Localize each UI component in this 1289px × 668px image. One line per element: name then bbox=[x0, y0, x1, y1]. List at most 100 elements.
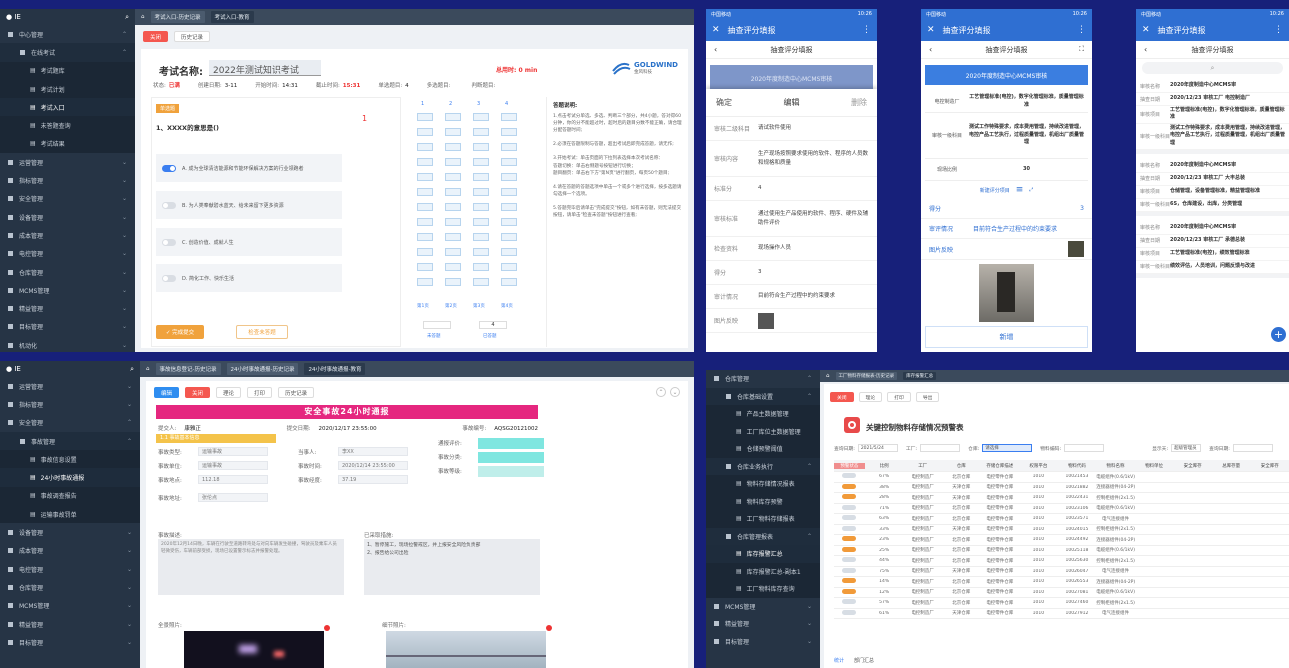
filter-input[interactable] bbox=[1064, 444, 1105, 452]
sidebar-item[interactable]: 精益管理 ⌄ bbox=[0, 615, 140, 633]
question-slot[interactable] bbox=[417, 218, 433, 226]
sidebar-item[interactable]: 精益管理 ⌄ bbox=[706, 615, 820, 633]
photo-thumbnail[interactable] bbox=[758, 312, 774, 329]
question-slot[interactable] bbox=[473, 203, 489, 211]
filter-input[interactable]: 请选择 bbox=[982, 444, 1033, 452]
photo-preview[interactable] bbox=[979, 264, 1034, 322]
sidebar-item[interactable]: ▤ 库存报警汇总 bbox=[706, 545, 820, 563]
sidebar-item[interactable]: 成本管理 ⌄ bbox=[0, 542, 140, 560]
add-button[interactable]: 新增 bbox=[925, 326, 1088, 348]
question-slot[interactable] bbox=[417, 143, 433, 151]
question-slot[interactable] bbox=[445, 203, 461, 211]
question-slot[interactable] bbox=[473, 263, 489, 271]
column-header[interactable]: 工厂 bbox=[903, 463, 942, 469]
question-slot[interactable] bbox=[501, 203, 517, 211]
page-link[interactable]: 第1页 bbox=[417, 303, 429, 309]
column-header[interactable]: 存储仓库描述 bbox=[981, 463, 1020, 469]
submit-button[interactable]: ✓ 完成提交 bbox=[156, 325, 204, 339]
question-slot[interactable] bbox=[417, 263, 433, 271]
option-toggle[interactable] bbox=[162, 201, 176, 209]
question-slot[interactable] bbox=[473, 233, 489, 241]
answer-option[interactable]: C. 创造价值、成就人生 bbox=[156, 228, 342, 256]
footer-tab[interactable]: 统计 bbox=[834, 657, 844, 664]
sidebar-item[interactable]: ▤ 考试结果 bbox=[0, 134, 135, 154]
home-icon[interactable]: ⌂ bbox=[826, 373, 830, 379]
toolbar-button[interactable]: 理论 bbox=[216, 387, 242, 398]
sidebar-item[interactable]: ▤ 物料库存预警 bbox=[706, 492, 820, 510]
column-header[interactable]: 物料代码 bbox=[1058, 463, 1097, 469]
check-unanswered-button[interactable]: 检查未答题 bbox=[236, 325, 288, 339]
question-slot[interactable] bbox=[501, 188, 517, 196]
table-row[interactable]: 57% 电控制造厂 北京仓库 电控零件仓库 1010 10027460 控制柜组件(2x1.… bbox=[834, 598, 1289, 609]
tab[interactable]: 24小时事故通报-历史记录 bbox=[226, 363, 299, 375]
sidebar-item[interactable]: 设备管理 ⌄ bbox=[0, 208, 135, 226]
question-slot[interactable] bbox=[445, 158, 461, 166]
back-icon[interactable]: ‹ bbox=[714, 45, 717, 54]
add-fab[interactable]: + bbox=[1271, 327, 1286, 342]
detail-photo[interactable] bbox=[386, 631, 546, 668]
sidebar-item[interactable]: 运营管理 ⌄ bbox=[0, 153, 135, 171]
tab-exam-history[interactable]: 考试入口-历史记录 bbox=[150, 11, 205, 23]
table-row[interactable]: 28% 电控制造厂 天津仓库 电控零件仓库 1010 10022431 控制柜组件(2x1.… bbox=[834, 493, 1289, 504]
answer-option[interactable]: A. 成为全球清洁能源和节能环保解决方案的行业领跑者 bbox=[156, 154, 342, 182]
table-row[interactable]: 61% 电控制造厂 天津仓库 电控零件仓库 1010 10027912 电气连接组件 bbox=[834, 609, 1289, 619]
sidebar-item[interactable]: ▤ 工厂物料库存查询 bbox=[706, 580, 820, 598]
question-slot[interactable] bbox=[473, 248, 489, 256]
sidebar-item[interactable]: ▤ 工厂物料存储报表 bbox=[706, 510, 820, 528]
tab[interactable]: 事故信息登记-历史记录 bbox=[155, 363, 221, 375]
sidebar-item[interactable]: 仓库基础设置 ⌃ bbox=[706, 387, 820, 405]
question-slot[interactable] bbox=[445, 143, 461, 151]
expand-icon[interactable]: ⌄ bbox=[670, 387, 680, 397]
sidebar-item[interactable]: ▤ 物料存储情况报表 bbox=[706, 475, 820, 493]
sidebar-item[interactable]: 电控管理 ⌄ bbox=[0, 245, 135, 263]
sidebar-item[interactable]: ▤ 仓储预警阈值 bbox=[706, 440, 820, 458]
delete-button[interactable]: 删除 bbox=[851, 97, 867, 108]
question-slot[interactable] bbox=[501, 158, 517, 166]
answer-option[interactable]: B. 为人类奉献碧水蓝天、给未来留下更多资源 bbox=[156, 191, 342, 219]
rating-input[interactable] bbox=[478, 465, 544, 477]
question-slot[interactable] bbox=[501, 233, 517, 241]
table-row[interactable]: 71% 电控制造厂 北京仓库 电控零件仓库 1010 10023106 电缆组件(0.6/1… bbox=[834, 504, 1289, 514]
sidebar-item[interactable]: 目标管理 ⌄ bbox=[706, 633, 820, 651]
scan-icon[interactable]: ⛶ bbox=[1079, 45, 1084, 54]
sidebar-item[interactable]: 仓库管理 ⌃ bbox=[706, 370, 820, 388]
question-slot[interactable] bbox=[473, 278, 489, 286]
close-icon[interactable]: ✕ bbox=[712, 25, 720, 35]
home-icon[interactable]: ⌂ bbox=[146, 366, 150, 372]
question-slot[interactable] bbox=[445, 218, 461, 226]
sidebar-item[interactable]: 指标管理 ⌄ bbox=[0, 171, 135, 189]
sidebar-item[interactable]: ▤ 考试题库 bbox=[0, 61, 135, 80]
question-slot[interactable] bbox=[473, 158, 489, 166]
sidebar-item[interactable]: 中心管理 ⌃ bbox=[0, 25, 135, 43]
question-slot[interactable] bbox=[501, 113, 517, 121]
page-link[interactable]: 第2页 bbox=[445, 303, 457, 309]
question-slot[interactable] bbox=[417, 248, 433, 256]
sidebar-item[interactable]: 精益管理 ⌄ bbox=[0, 299, 135, 317]
sidebar-item[interactable]: ▤ 24小时事故通报 bbox=[0, 468, 140, 487]
table-row[interactable]: 23% 电控制造厂 北京仓库 电控零件仓库 1010 10024492 连接器组件(04-2… bbox=[834, 535, 1289, 546]
toolbar-button[interactable]: 导出 bbox=[915, 392, 940, 402]
close-button[interactable]: 关闭 bbox=[143, 31, 169, 42]
sidebar-item[interactable]: ▤ 工厂库位主数据管理 bbox=[706, 422, 820, 440]
audit-card[interactable]: 审核名称 2020年度制造中心MCMS审 抽查日期 2020/12/23 审核工厂 大… bbox=[1136, 160, 1289, 216]
back-icon[interactable]: ‹ bbox=[929, 45, 932, 54]
remove-photo2-icon[interactable] bbox=[546, 625, 552, 631]
question-slot[interactable] bbox=[473, 173, 489, 181]
sidebar-item[interactable]: MCMS管理 ⌄ bbox=[0, 597, 140, 615]
footer-tab[interactable]: 部门汇总 bbox=[854, 657, 874, 664]
table-row[interactable]: 14% 电控制造厂 北京仓库 电控零件仓库 1010 10026553 连接器组件(04-2… bbox=[834, 577, 1289, 588]
toolbar-button[interactable]: 关闭 bbox=[830, 392, 854, 402]
column-header[interactable]: 物料名称 bbox=[1096, 463, 1135, 469]
table-row[interactable]: 33% 电控制造厂 天津仓库 电控零件仓库 1010 10024015 控制柜组件(2x1.… bbox=[834, 525, 1289, 535]
sidebar-item[interactable]: ▤ 库存报警汇总-副本1 bbox=[706, 562, 820, 580]
confirm-button[interactable]: 确定 bbox=[716, 97, 732, 108]
sidebar-item[interactable]: 仓库管理 ⌄ bbox=[0, 578, 140, 596]
sidebar-item[interactable]: 事故管理 ⌃ bbox=[0, 431, 140, 451]
scene-photo[interactable] bbox=[184, 631, 324, 668]
filter-input[interactable] bbox=[920, 444, 961, 452]
table-row[interactable]: 12% 电控制造厂 北京仓库 电控零件仓库 1010 10027081 电缆组件(0.6/1… bbox=[834, 588, 1289, 598]
sidebar-item[interactable]: 目标管理 ⌄ bbox=[0, 633, 140, 651]
rating-input[interactable] bbox=[478, 437, 544, 449]
sidebar-item[interactable]: ▤ 事故调查报告 bbox=[0, 486, 140, 506]
question-slot[interactable] bbox=[445, 128, 461, 136]
